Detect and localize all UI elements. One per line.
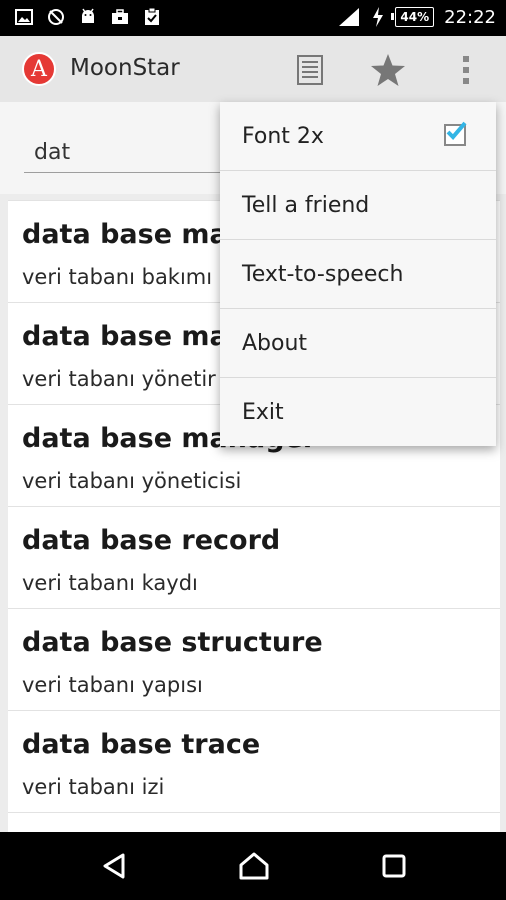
back-icon: [103, 853, 125, 879]
clipboard-check-icon: [145, 7, 159, 25]
status-right: 44% 22:22: [337, 6, 496, 28]
home-button[interactable]: [234, 846, 274, 886]
overflow-button[interactable]: [446, 50, 486, 90]
android-icon: [82, 8, 94, 23]
menu-item-label: Tell a friend: [242, 192, 370, 218]
checkmark-icon: [446, 121, 467, 140]
list-item[interactable]: data base structure veri tabanı yapısı: [8, 609, 500, 711]
image-icon: [15, 9, 33, 25]
battery-icon: 44%: [391, 7, 435, 27]
translation: veri tabanı bakımı: [22, 265, 213, 289]
status-bar: 44% 22:22: [0, 0, 506, 36]
term: data base structure: [22, 627, 323, 658]
menu-item-label: Text-to-speech: [242, 261, 404, 287]
recents-icon: [382, 854, 406, 878]
menu-item-tell-a-friend[interactable]: Tell a friend: [220, 171, 496, 240]
app-title: MoonStar: [70, 55, 180, 81]
font-2x-checkbox[interactable]: [444, 121, 467, 146]
list-item[interactable]: data base trace veri tabanı izi: [8, 711, 500, 813]
battery-level: 44%: [400, 10, 430, 24]
translation: veri tabanı kaydı: [22, 571, 198, 595]
menu-item-about[interactable]: About: [220, 309, 496, 378]
menu-item-exit[interactable]: Exit: [220, 378, 496, 447]
term: data base mai: [22, 219, 238, 250]
clock: 22:22: [444, 6, 496, 28]
back-button[interactable]: [94, 846, 134, 886]
app-logo[interactable]: A: [22, 52, 56, 86]
translation: veri tabanı yönetir: [22, 367, 216, 391]
menu-item-label: Exit: [242, 400, 284, 425]
action-bar: A MoonStar: [0, 36, 506, 102]
home-icon: [239, 852, 269, 880]
favorites-button[interactable]: [368, 50, 408, 90]
term: data base record: [22, 525, 281, 556]
menu-item-text-to-speech[interactable]: Text-to-speech: [220, 240, 496, 309]
no-sync-icon: [48, 9, 64, 25]
menu-item-label: About: [242, 330, 308, 356]
charging-icon: [373, 7, 384, 27]
notification-icons: [14, 7, 162, 27]
menu-item-font-2x[interactable]: Font 2x: [220, 102, 496, 171]
menu-item-label: Font 2x: [242, 123, 324, 149]
overflow-menu: Font 2x Tell a friend Text-to-speech Abo…: [220, 102, 496, 446]
term: data base mar: [22, 321, 242, 352]
overflow-icon: [463, 56, 469, 84]
briefcase-icon: [112, 9, 128, 24]
list-item[interactable]: data base record veri tabanı kaydı: [8, 507, 500, 609]
star-icon: [371, 54, 405, 86]
translation: veri tabanı yapısı: [22, 673, 203, 697]
signal-icon: [339, 8, 360, 26]
list-icon: [297, 55, 323, 85]
translation: veri tabanı izi: [22, 775, 165, 799]
app-logo-letter: A: [31, 56, 47, 82]
translation: veri tabanı yöneticisi: [22, 469, 242, 493]
term: data base trace: [22, 729, 261, 760]
recents-button[interactable]: [374, 846, 414, 886]
navigation-bar: [0, 832, 506, 900]
list-button[interactable]: [290, 50, 330, 90]
